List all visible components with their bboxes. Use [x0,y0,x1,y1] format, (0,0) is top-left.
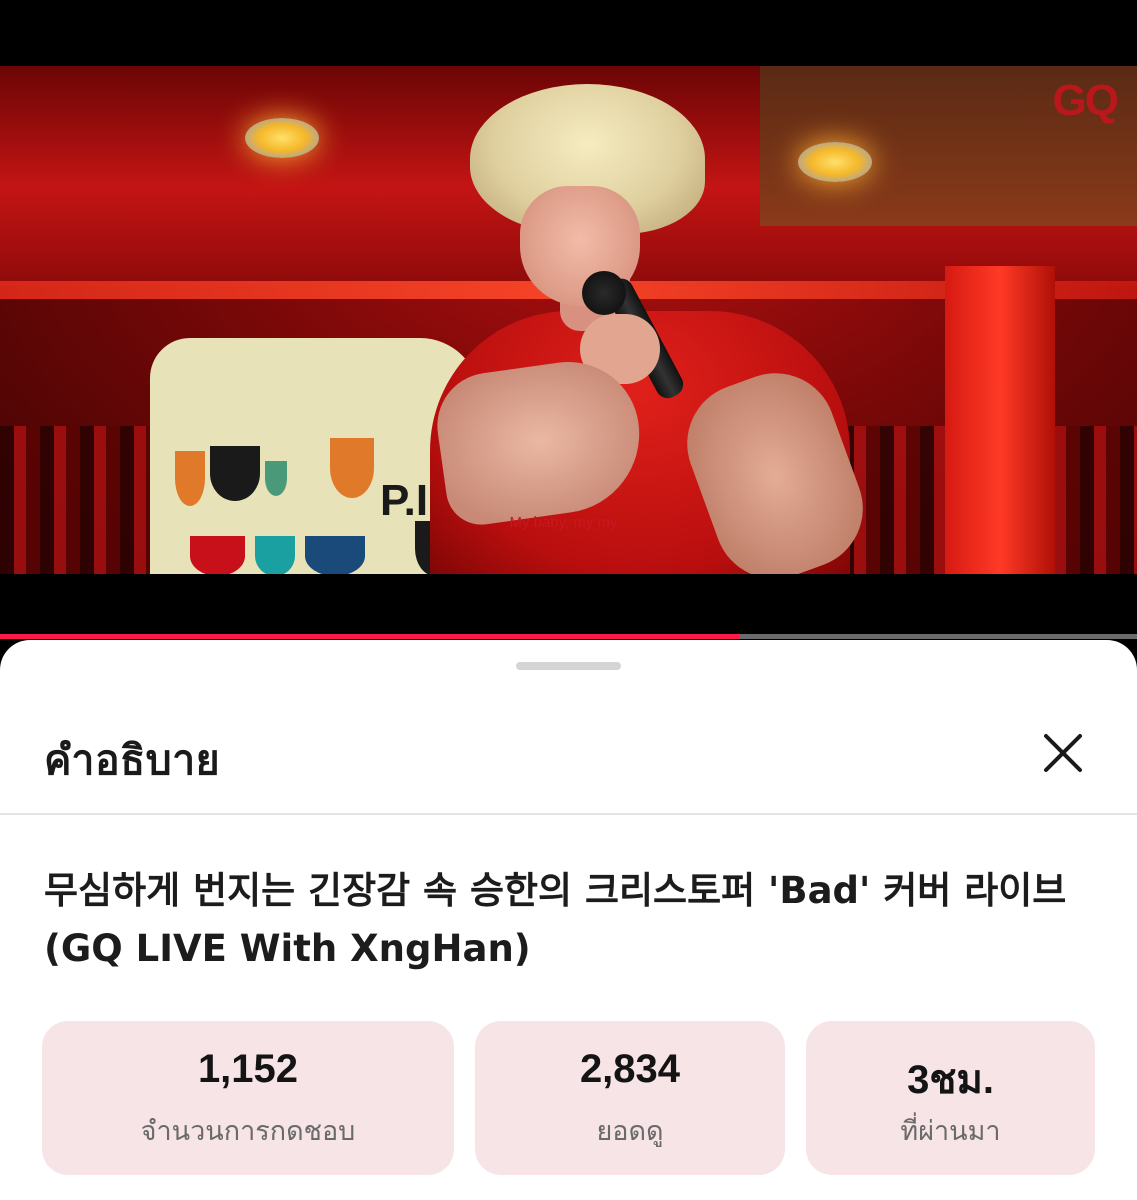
poster-glass [265,461,287,496]
sheet-title: คำอธิบาย [44,736,221,784]
progress-bar[interactable] [0,634,1137,639]
ceiling-light [245,118,319,158]
views-count: 2,834 [579,1047,681,1091]
video-player[interactable]: P.I GQ My baby, my my [0,0,1137,640]
likes-stat: 1,152 จำนวนการกดชอบ [42,1021,454,1175]
video-frame[interactable]: P.I GQ My baby, my my [0,66,1137,574]
poster-glass [255,536,295,574]
likes-count: 1,152 [197,1047,299,1091]
video-subtitle: My baby, my my [509,514,618,531]
poster-glass [175,451,205,506]
progress-fill [0,634,740,639]
description-sheet: คำอธิบาย 무심하게 번지는 긴장감 속 승한의 크리스토퍼 'Bad' … [0,640,1137,1200]
ceiling-light [798,142,872,182]
posted-stat: 3ชม. ที่ผ่านมา [806,1021,1095,1175]
likes-label: จำนวนการกดชอบ [140,1116,356,1147]
poster-glass [305,536,365,574]
microphone-head [582,271,626,315]
gq-watermark: GQ [1052,76,1119,125]
poster-glass [210,446,260,501]
close-icon [1044,734,1082,772]
poster-glass [190,536,245,574]
sheet-header: คำอธิบาย [0,700,1137,815]
stats-row: 1,152 จำนวนการกดชอบ 2,834 ยอดดู 3ชม. ที่… [42,1021,1095,1175]
posted-label: ที่ผ่านมา [900,1116,1001,1147]
video-title: 무심하게 번지는 긴장감 속 승한의 크리스토퍼 'Bad' 커버 라이브 (G… [44,869,1067,970]
drag-handle[interactable] [516,662,621,670]
views-label: ยอดดู [596,1116,664,1147]
views-stat: 2,834 ยอดดู [475,1021,785,1175]
posted-time: 3ชม. [907,1058,994,1102]
close-button[interactable] [1036,726,1090,780]
poster-glass [330,438,374,498]
